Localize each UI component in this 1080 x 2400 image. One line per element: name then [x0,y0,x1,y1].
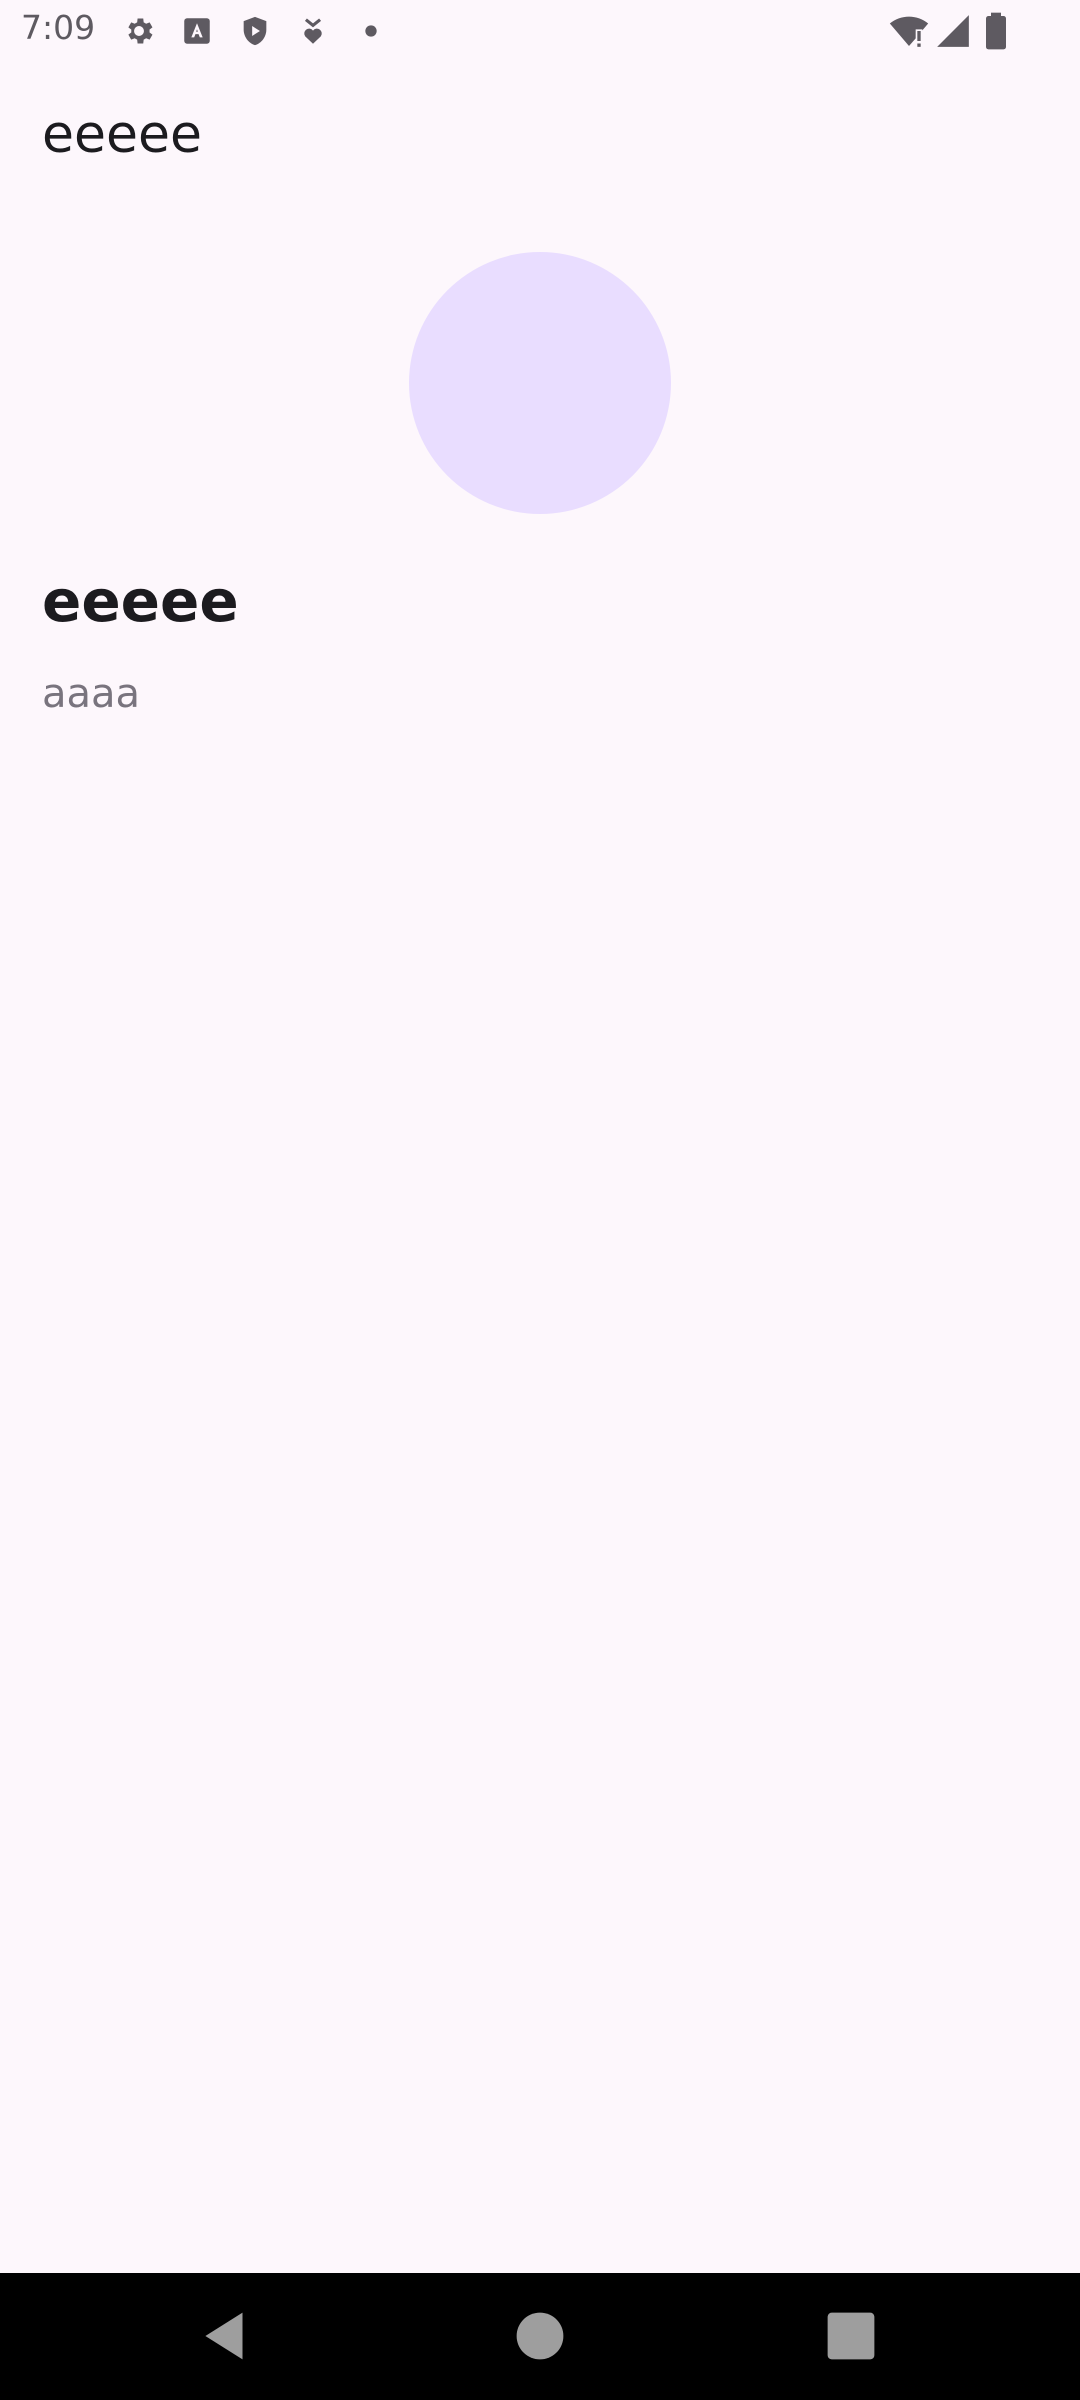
navigation-bar [0,2273,1080,2400]
home-icon[interactable] [507,2303,573,2369]
signal-icon [934,12,972,50]
dot-icon [354,14,388,48]
text-a-icon [180,14,214,48]
download-heart-icon [296,14,330,48]
profile-name: eeeee [42,567,239,635]
page-title: eeeee [42,105,202,165]
profile-subtitle: aaaa [42,671,141,717]
avatar [409,252,671,514]
battery-icon [980,11,1012,51]
status-time: 7:09 [21,8,96,47]
gear-icon [122,14,156,48]
back-icon[interactable] [193,2303,259,2369]
status-bar: 7:09 [0,0,1080,62]
wifi-alert-icon [889,11,929,51]
recents-icon[interactable] [818,2303,884,2369]
shield-play-icon [238,14,272,48]
